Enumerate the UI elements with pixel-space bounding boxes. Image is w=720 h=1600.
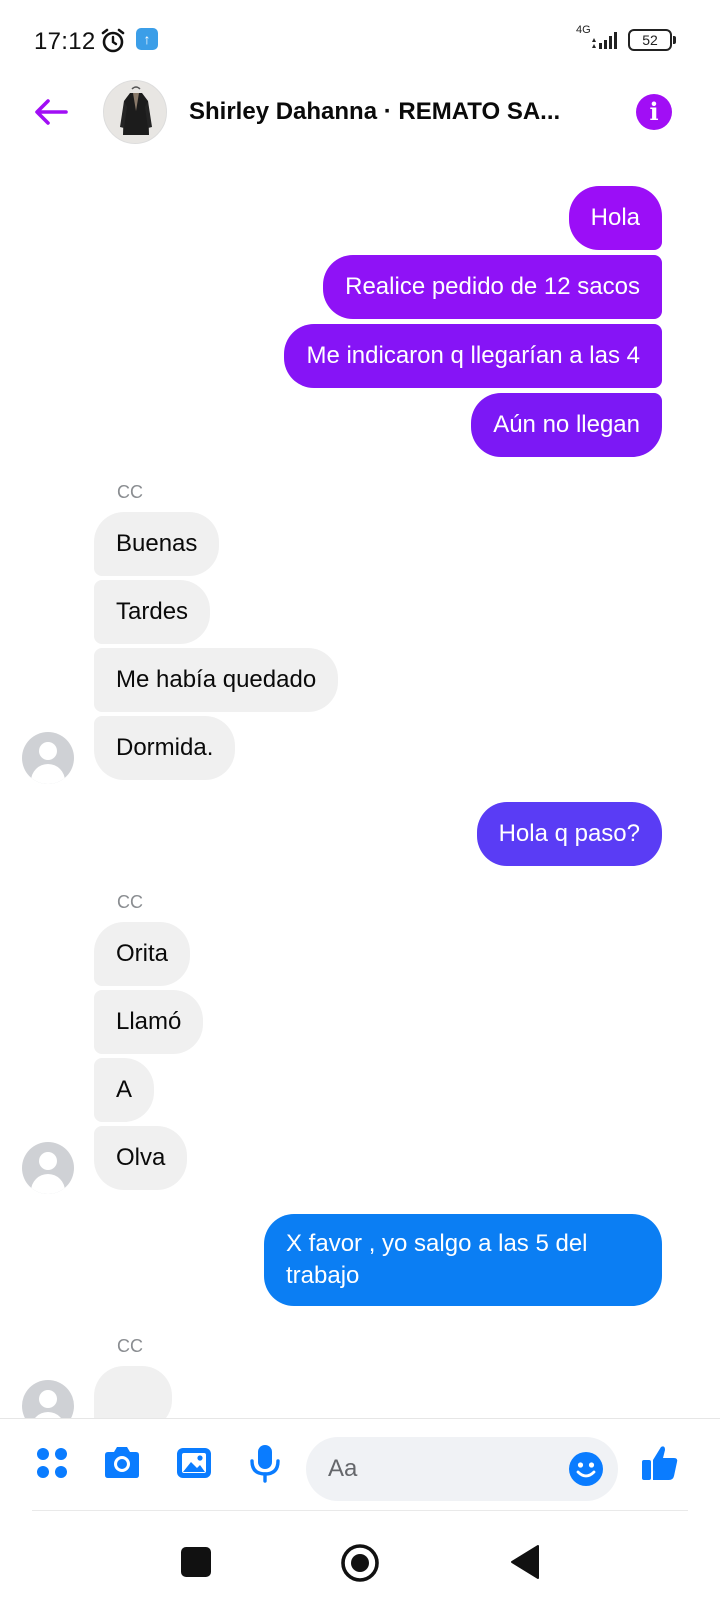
divider xyxy=(32,1510,688,1511)
message-input-container[interactable] xyxy=(306,1437,618,1501)
message-line: X favor , yo salgo a las 5 del xyxy=(286,1230,588,1257)
message-bubble-incoming[interactable]: A xyxy=(94,1058,155,1122)
smiley-icon[interactable] xyxy=(568,1451,604,1487)
network-type: 4G xyxy=(576,24,591,36)
sender-name: CC xyxy=(117,482,143,502)
message-thread[interactable]: Hola Realice pedido de 12 sacos Me indic… xyxy=(0,150,720,1418)
four-dots-icon[interactable] xyxy=(30,1441,74,1485)
camera-icon[interactable] xyxy=(100,1441,144,1485)
recent-apps-button[interactable] xyxy=(181,1547,211,1577)
signal-icon xyxy=(592,32,617,49)
microphone-icon[interactable] xyxy=(243,1441,287,1485)
message-input[interactable] xyxy=(328,1451,548,1487)
system-navigation-bar xyxy=(0,1510,720,1600)
message-bubble-incoming[interactable] xyxy=(94,1366,172,1418)
message-bubble-outgoing[interactable]: Hola q paso? xyxy=(476,802,662,866)
sender-name: CC xyxy=(117,1336,143,1356)
image-icon[interactable] xyxy=(172,1441,216,1485)
coat-image xyxy=(104,81,166,143)
message-bubble-outgoing[interactable]: Realice pedido de 12 sacos xyxy=(323,255,662,319)
alarm-icon xyxy=(101,28,125,53)
conversation-header: Shirley Dahanna · REMATO SA... i xyxy=(0,78,720,148)
message-bubble-incoming[interactable]: Buenas xyxy=(94,512,220,576)
message-line: trabajo xyxy=(286,1262,360,1289)
sender-avatar[interactable] xyxy=(22,732,74,784)
message-bubble-outgoing[interactable]: Me indicaron q llegarían a las 4 xyxy=(284,324,662,388)
upload-notification-icon: ↑ xyxy=(136,28,158,50)
message-bubble-incoming[interactable]: Llamó xyxy=(94,990,204,1054)
contact-avatar[interactable] xyxy=(103,80,167,144)
message-bubble-incoming[interactable]: Orita xyxy=(94,922,191,986)
thumbs-up-icon[interactable] xyxy=(638,1441,682,1485)
message-bubble-incoming[interactable]: Olva xyxy=(94,1126,188,1190)
message-bubble-outgoing[interactable]: Hola xyxy=(568,186,662,250)
contact-name[interactable]: Shirley Dahanna · REMATO SA... xyxy=(189,98,609,126)
message-bubble-outgoing[interactable]: X favor , yo salgo a las 5 del trabajo xyxy=(264,1214,662,1306)
info-icon[interactable]: i xyxy=(636,94,672,130)
message-bubble-incoming[interactable]: Dormida. xyxy=(94,716,236,780)
message-composer xyxy=(0,1418,720,1510)
status-bar: 17:12 ↑ 4G 52 xyxy=(0,0,720,80)
sender-avatar[interactable] xyxy=(22,1380,74,1418)
message-bubble-incoming[interactable]: Tardes xyxy=(94,580,211,644)
sender-name: CC xyxy=(117,892,143,912)
battery-icon: 52 xyxy=(628,29,676,51)
status-time: 17:12 xyxy=(34,28,96,55)
message-bubble-outgoing[interactable]: Aún no llegan xyxy=(471,393,662,457)
back-arrow-icon[interactable] xyxy=(30,90,74,134)
home-button[interactable] xyxy=(340,1543,380,1583)
sender-avatar[interactable] xyxy=(22,1142,74,1194)
back-triangle-icon[interactable] xyxy=(508,1543,542,1581)
message-bubble-incoming[interactable]: Me había quedado xyxy=(94,648,339,712)
